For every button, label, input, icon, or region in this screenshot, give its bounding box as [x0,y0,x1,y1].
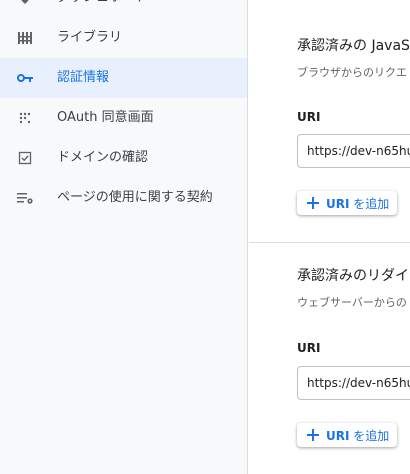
sidebar-item-label: ダッシュボード [57,0,148,18]
redirect-uris-description: ウェブサーバーからの [297,296,407,309]
settings-list-icon [16,190,34,206]
add-js-origin-uri-button[interactable]: URI を追加 [297,191,397,215]
consent-screen-icon [16,110,34,126]
sidebar-item-label: 認証情報 [57,70,110,85]
sidebar-item-library[interactable]: ライブラリ [0,18,247,58]
sidebar-item-domain-verification[interactable]: ドメインの確認 [0,138,247,178]
section-divider [249,242,410,243]
sidebar-item-label: ドメインの確認 [57,150,149,165]
sidebar-item-label: ページの使用に関する契約 [57,190,213,205]
sidebar-item-credentials[interactable]: 認証情報 [0,58,247,98]
sidebar-item-page-usage-agreement[interactable]: ページの使用に関する契約 [0,178,247,218]
redirect-uri-label: URI [297,341,321,355]
plus-icon [307,197,319,209]
sidebar-item-label: ライブラリ [57,30,123,45]
main-content: 承認済みの JavaS ブラウザからのリクエ URI https://dev-n… [249,0,410,474]
sidebar-item-dashboard[interactable]: ダッシュボード [0,0,247,18]
plus-icon [307,429,319,441]
redirect-uri-input[interactable]: https://dev-n65huc [297,366,410,400]
sidebar: ダッシュボード ライブラリ 認証情報 OAuth 同意画面 ドメインの確認 ペー… [0,0,248,474]
sidebar-item-label: OAuth 同意画面 [57,110,154,125]
js-origin-uri-label: URI [297,110,321,124]
add-button-label: URI を追加 [326,428,390,443]
add-button-label: URI を追加 [326,196,390,211]
js-origins-title: 承認済みの JavaS [297,38,410,54]
library-icon [16,30,34,46]
redirect-uris-title: 承認済みのリダイ [297,268,409,284]
key-icon [16,70,34,86]
add-redirect-uri-button[interactable]: URI を追加 [297,423,397,447]
js-origins-description: ブラウザからのリクエ [297,66,407,79]
dashboard-icon [16,0,34,6]
sidebar-item-oauth-consent[interactable]: OAuth 同意画面 [0,98,247,138]
checkbox-icon [16,150,34,166]
js-origin-uri-input[interactable]: https://dev-n65huc [297,134,410,168]
